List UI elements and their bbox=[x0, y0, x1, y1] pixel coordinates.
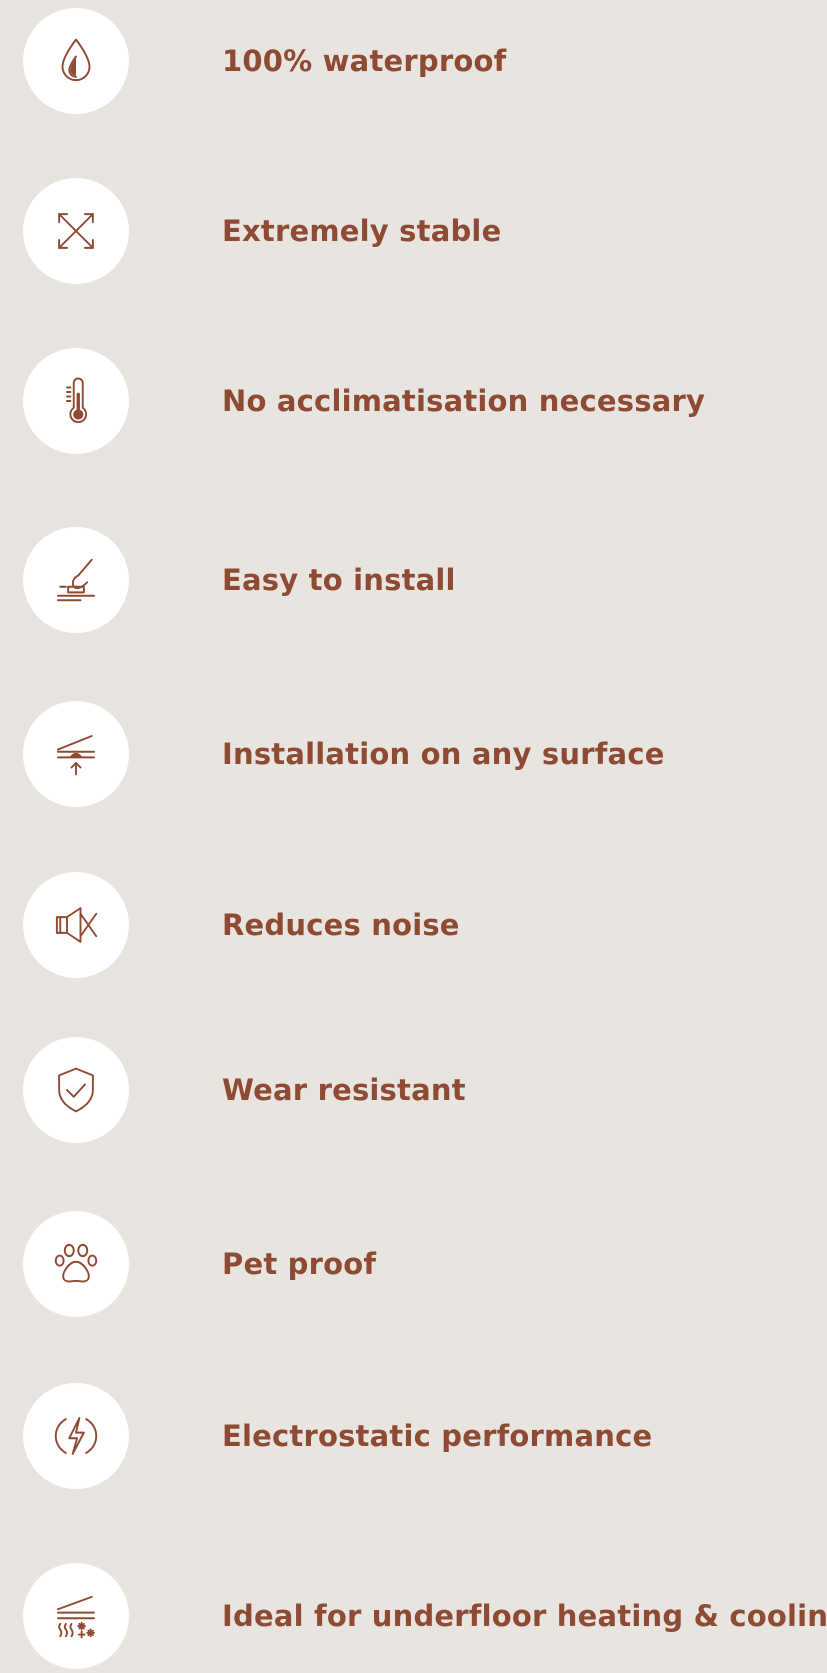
feature-label: Ideal for underfloor heating & cooling bbox=[222, 1599, 827, 1633]
icon-circle bbox=[23, 178, 129, 284]
feature-item: Reduces noise bbox=[0, 872, 827, 982]
feature-label: Electrostatic performance bbox=[222, 1419, 653, 1453]
icon-circle bbox=[23, 1563, 129, 1669]
feature-item: Pet proof bbox=[0, 1211, 827, 1321]
feature-item: 100% waterproof bbox=[0, 8, 827, 118]
thermometer-icon bbox=[66, 377, 88, 424]
feature-item: Installation on any surface bbox=[0, 701, 827, 811]
feature-label: Installation on any surface bbox=[222, 737, 665, 771]
icon-circle bbox=[23, 1211, 129, 1317]
speaker-muted-icon bbox=[55, 907, 98, 943]
paw-icon bbox=[54, 1243, 98, 1283]
icon-circle bbox=[23, 701, 129, 807]
feature-label: Easy to install bbox=[222, 563, 456, 597]
feature-label: Reduces noise bbox=[222, 908, 460, 942]
feature-label: Extremely stable bbox=[222, 214, 502, 248]
feature-label: Pet proof bbox=[222, 1247, 377, 1281]
feature-label: Wear resistant bbox=[222, 1073, 466, 1107]
feature-list: 100% waterproof Extremely stable No accl… bbox=[0, 0, 827, 1673]
icon-circle bbox=[23, 8, 129, 114]
icon-circle bbox=[23, 1037, 129, 1143]
icon-circle bbox=[23, 348, 129, 454]
feature-item: Easy to install bbox=[0, 527, 827, 637]
feature-item: Ideal for underfloor heating & cooling bbox=[0, 1563, 827, 1673]
shield-check-icon bbox=[58, 1067, 94, 1113]
icon-circle bbox=[23, 872, 129, 978]
floor-layers-arrow-icon bbox=[57, 735, 95, 776]
feature-item: Wear resistant bbox=[0, 1037, 827, 1147]
icon-circle bbox=[23, 527, 129, 633]
feature-label: 100% waterproof bbox=[222, 44, 507, 78]
feature-label: No acclimatisation necessary bbox=[222, 384, 706, 418]
heating-cooling-icon bbox=[57, 1595, 95, 1639]
icon-circle bbox=[23, 1383, 129, 1489]
expand-arrows-icon bbox=[58, 213, 94, 249]
lightning-circle-icon bbox=[54, 1417, 98, 1455]
feature-item: Extremely stable bbox=[0, 178, 827, 288]
water-drop-icon bbox=[61, 38, 91, 82]
feature-item: No acclimatisation necessary bbox=[0, 348, 827, 458]
hand-install-icon bbox=[57, 558, 95, 602]
feature-item: Electrostatic performance bbox=[0, 1383, 827, 1493]
